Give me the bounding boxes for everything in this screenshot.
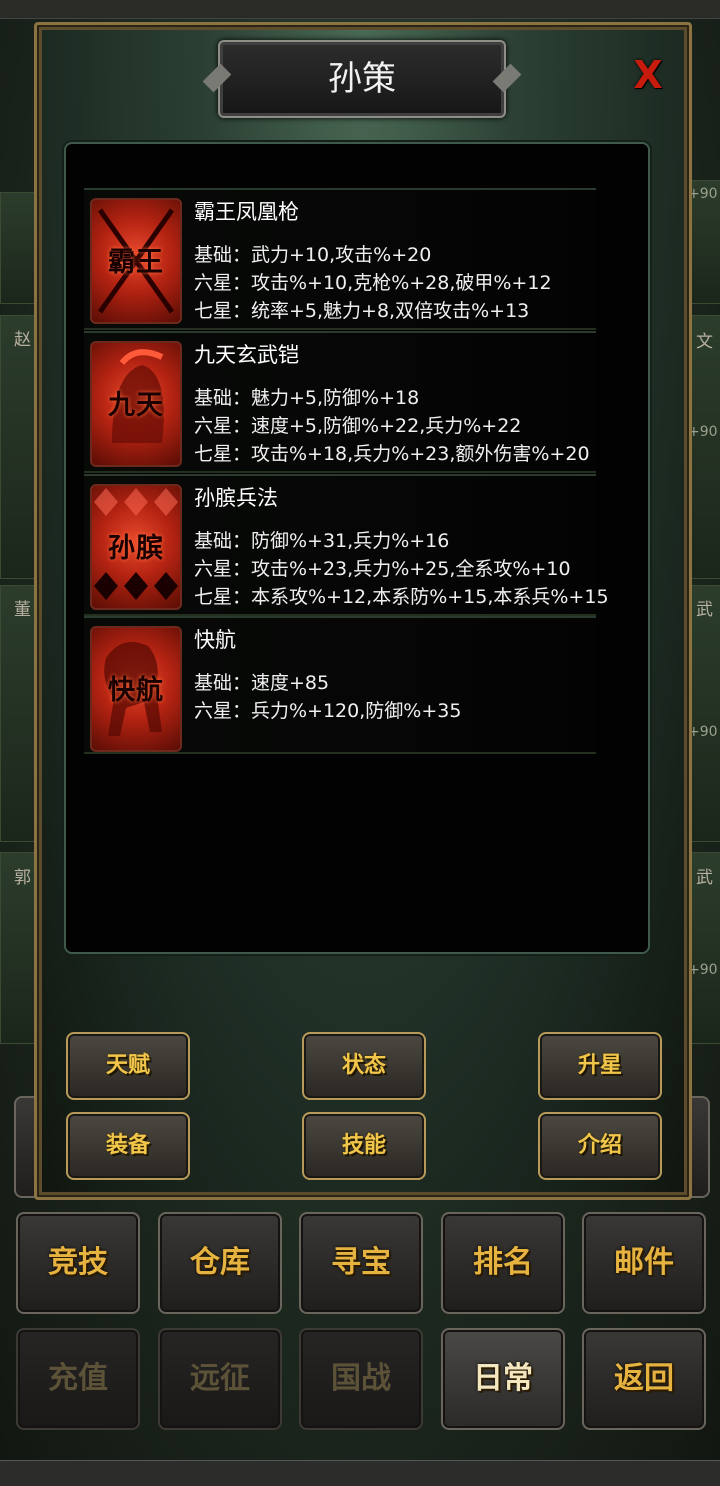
icon-label: 九天 [108, 390, 164, 421]
menu-daily-button[interactable]: 日常 [441, 1328, 565, 1430]
hero-card-left-1[interactable] [0, 192, 38, 304]
menu-expedition-button[interactable]: 远征 [158, 1328, 282, 1430]
bottom-strip [0, 1460, 720, 1486]
equipment-item[interactable]: 孙膑 孙膑兵法 基础：防御%+31,兵力%+16 六星：攻击%+23,兵力%+2… [84, 474, 609, 616]
status-button[interactable]: 状态 [302, 1032, 426, 1100]
hero-name-fragment: 董 [14, 600, 31, 620]
attribute-fragment: 武 [696, 868, 713, 888]
hero-card-left-3[interactable] [0, 585, 38, 842]
stat-fragment: +90 [688, 724, 718, 740]
stat-fragment: +90 [688, 962, 718, 978]
item-stat-seven-star: 七星：统率+5,魅力+8,双倍攻击%+13 [194, 300, 530, 322]
item-name: 孙膑兵法 [194, 486, 278, 510]
intro-button[interactable]: 介绍 [538, 1112, 662, 1180]
skill-button[interactable]: 技能 [302, 1112, 426, 1180]
popup-title: 孙策 [328, 59, 396, 99]
close-icon[interactable]: X [630, 55, 666, 95]
equipment-item[interactable]: 九天 九天玄武铠 基础：魅力+5,防御%+18 六星：速度+5,防御%+22,兵… [84, 331, 596, 473]
talent-button[interactable]: 天赋 [66, 1032, 190, 1100]
menu-arena-button[interactable]: 竞技 [16, 1212, 140, 1314]
attribute-fragment: 文 [696, 332, 713, 352]
item-name: 九天玄武铠 [194, 343, 299, 367]
hero-name-fragment: 郭 [14, 868, 31, 888]
star-up-button[interactable]: 升星 [538, 1032, 662, 1100]
stat-fragment: +90 [688, 424, 718, 440]
item-stat-base: 基础：速度+85 [194, 672, 330, 694]
icon-label: 快航 [108, 675, 164, 706]
item-stat-six-star: 六星：速度+5,防御%+22,兵力%+22 [194, 415, 522, 437]
item-name: 快航 [194, 628, 236, 652]
item-name: 霸王凤凰枪 [194, 200, 299, 224]
top-bar [0, 0, 720, 19]
book-pattern-icon: 孙膑 [90, 484, 182, 610]
stat-fragment: +90 [688, 186, 718, 202]
menu-ranking-button[interactable]: 排名 [441, 1212, 565, 1314]
menu-back-button[interactable]: 返回 [582, 1328, 706, 1430]
icon-label: 霸王 [108, 247, 164, 278]
menu-national-war-button[interactable]: 国战 [299, 1328, 423, 1430]
icon-label: 孙膑 [108, 533, 164, 564]
helmet-icon: 九天 [90, 341, 182, 467]
equipment-item[interactable]: 快航 快航 基础：速度+85 六星：兵力%+120,防御%+35 [84, 616, 596, 754]
menu-recharge-button[interactable]: 充值 [16, 1328, 140, 1430]
item-stat-seven-star: 七星：攻击%+18,兵力%+23,额外伤害%+20 [194, 443, 590, 465]
item-stat-six-star: 六星：兵力%+120,防御%+35 [194, 700, 462, 722]
equipment-button[interactable]: 装备 [66, 1112, 190, 1180]
attribute-fragment: 武 [696, 600, 713, 620]
item-stat-six-star: 六星：攻击%+10,克枪%+28,破甲%+12 [194, 272, 552, 294]
item-stat-six-star: 六星：攻击%+23,兵力%+25,全系攻%+10 [194, 558, 571, 580]
horse-icon: 快航 [90, 626, 182, 752]
title-plate: 孙策 [218, 40, 506, 118]
item-stat-base: 基础：魅力+5,防御%+18 [194, 387, 420, 409]
menu-warehouse-button[interactable]: 仓库 [158, 1212, 282, 1314]
hero-card-left-2[interactable] [0, 315, 38, 579]
item-stat-seven-star: 七星：本系攻%+12,本系防%+15,本系兵%+15 [194, 586, 609, 608]
hero-name-fragment: 赵 [14, 330, 31, 350]
item-stat-base: 基础：武力+10,攻击%+20 [194, 244, 432, 266]
menu-treasure-button[interactable]: 寻宝 [299, 1212, 423, 1314]
item-stat-base: 基础：防御%+31,兵力%+16 [194, 530, 450, 552]
equipment-item[interactable]: 霸王 霸王凤凰枪 基础：武力+10,攻击%+20 六星：攻击%+10,克枪%+2… [84, 188, 596, 330]
menu-mail-button[interactable]: 邮件 [582, 1212, 706, 1314]
crossed-spears-icon: 霸王 [90, 198, 182, 324]
